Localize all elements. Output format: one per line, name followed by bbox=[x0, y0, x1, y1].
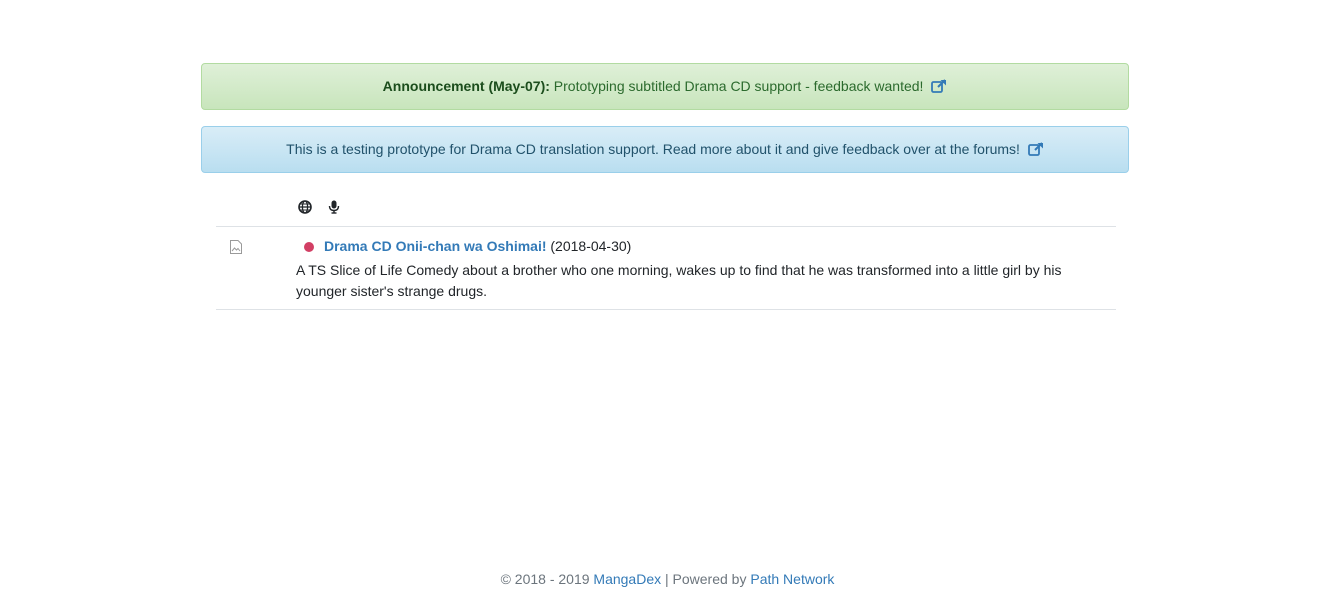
announcement-message: Prototyping subtitled Drama CD support -… bbox=[553, 78, 924, 94]
footer-copyright: © 2018 - 2019 bbox=[500, 571, 590, 587]
broken-image-icon[interactable] bbox=[230, 240, 242, 254]
list-item: Drama CD Onii-chan wa Oshimai! (2018-04-… bbox=[216, 227, 1116, 310]
external-link-icon[interactable] bbox=[931, 66, 947, 111]
microphone-icon[interactable] bbox=[328, 200, 342, 214]
announcement-label: Announcement (May-07): bbox=[382, 78, 550, 94]
status-dot bbox=[304, 242, 314, 252]
entry-title-line: Drama CD Onii-chan wa Oshimai! (2018-04-… bbox=[324, 238, 631, 254]
globe-icon[interactable] bbox=[298, 200, 312, 214]
footer-site-link[interactable]: MangaDex bbox=[593, 571, 661, 587]
page: Announcement (May-07): Prototyping subti… bbox=[0, 0, 1335, 608]
footer-separator: | Powered by bbox=[665, 571, 747, 587]
info-banner-message: This is a testing prototype for Drama CD… bbox=[286, 141, 1020, 157]
footer: © 2018 - 2019 MangaDex | Powered by Path… bbox=[0, 571, 1335, 587]
list-header bbox=[216, 194, 1116, 227]
footer-network-link[interactable]: Path Network bbox=[750, 571, 834, 587]
entry-description: A TS Slice of Life Comedy about a brothe… bbox=[296, 262, 1062, 299]
announcement-banner: Announcement (May-07): Prototyping subti… bbox=[201, 63, 1129, 110]
external-link-icon[interactable] bbox=[1027, 129, 1044, 174]
entry-date: (2018-04-30) bbox=[550, 238, 632, 254]
info-banner: This is a testing prototype for Drama CD… bbox=[201, 126, 1129, 173]
entry-title-link[interactable]: Drama CD Onii-chan wa Oshimai! bbox=[324, 238, 547, 254]
